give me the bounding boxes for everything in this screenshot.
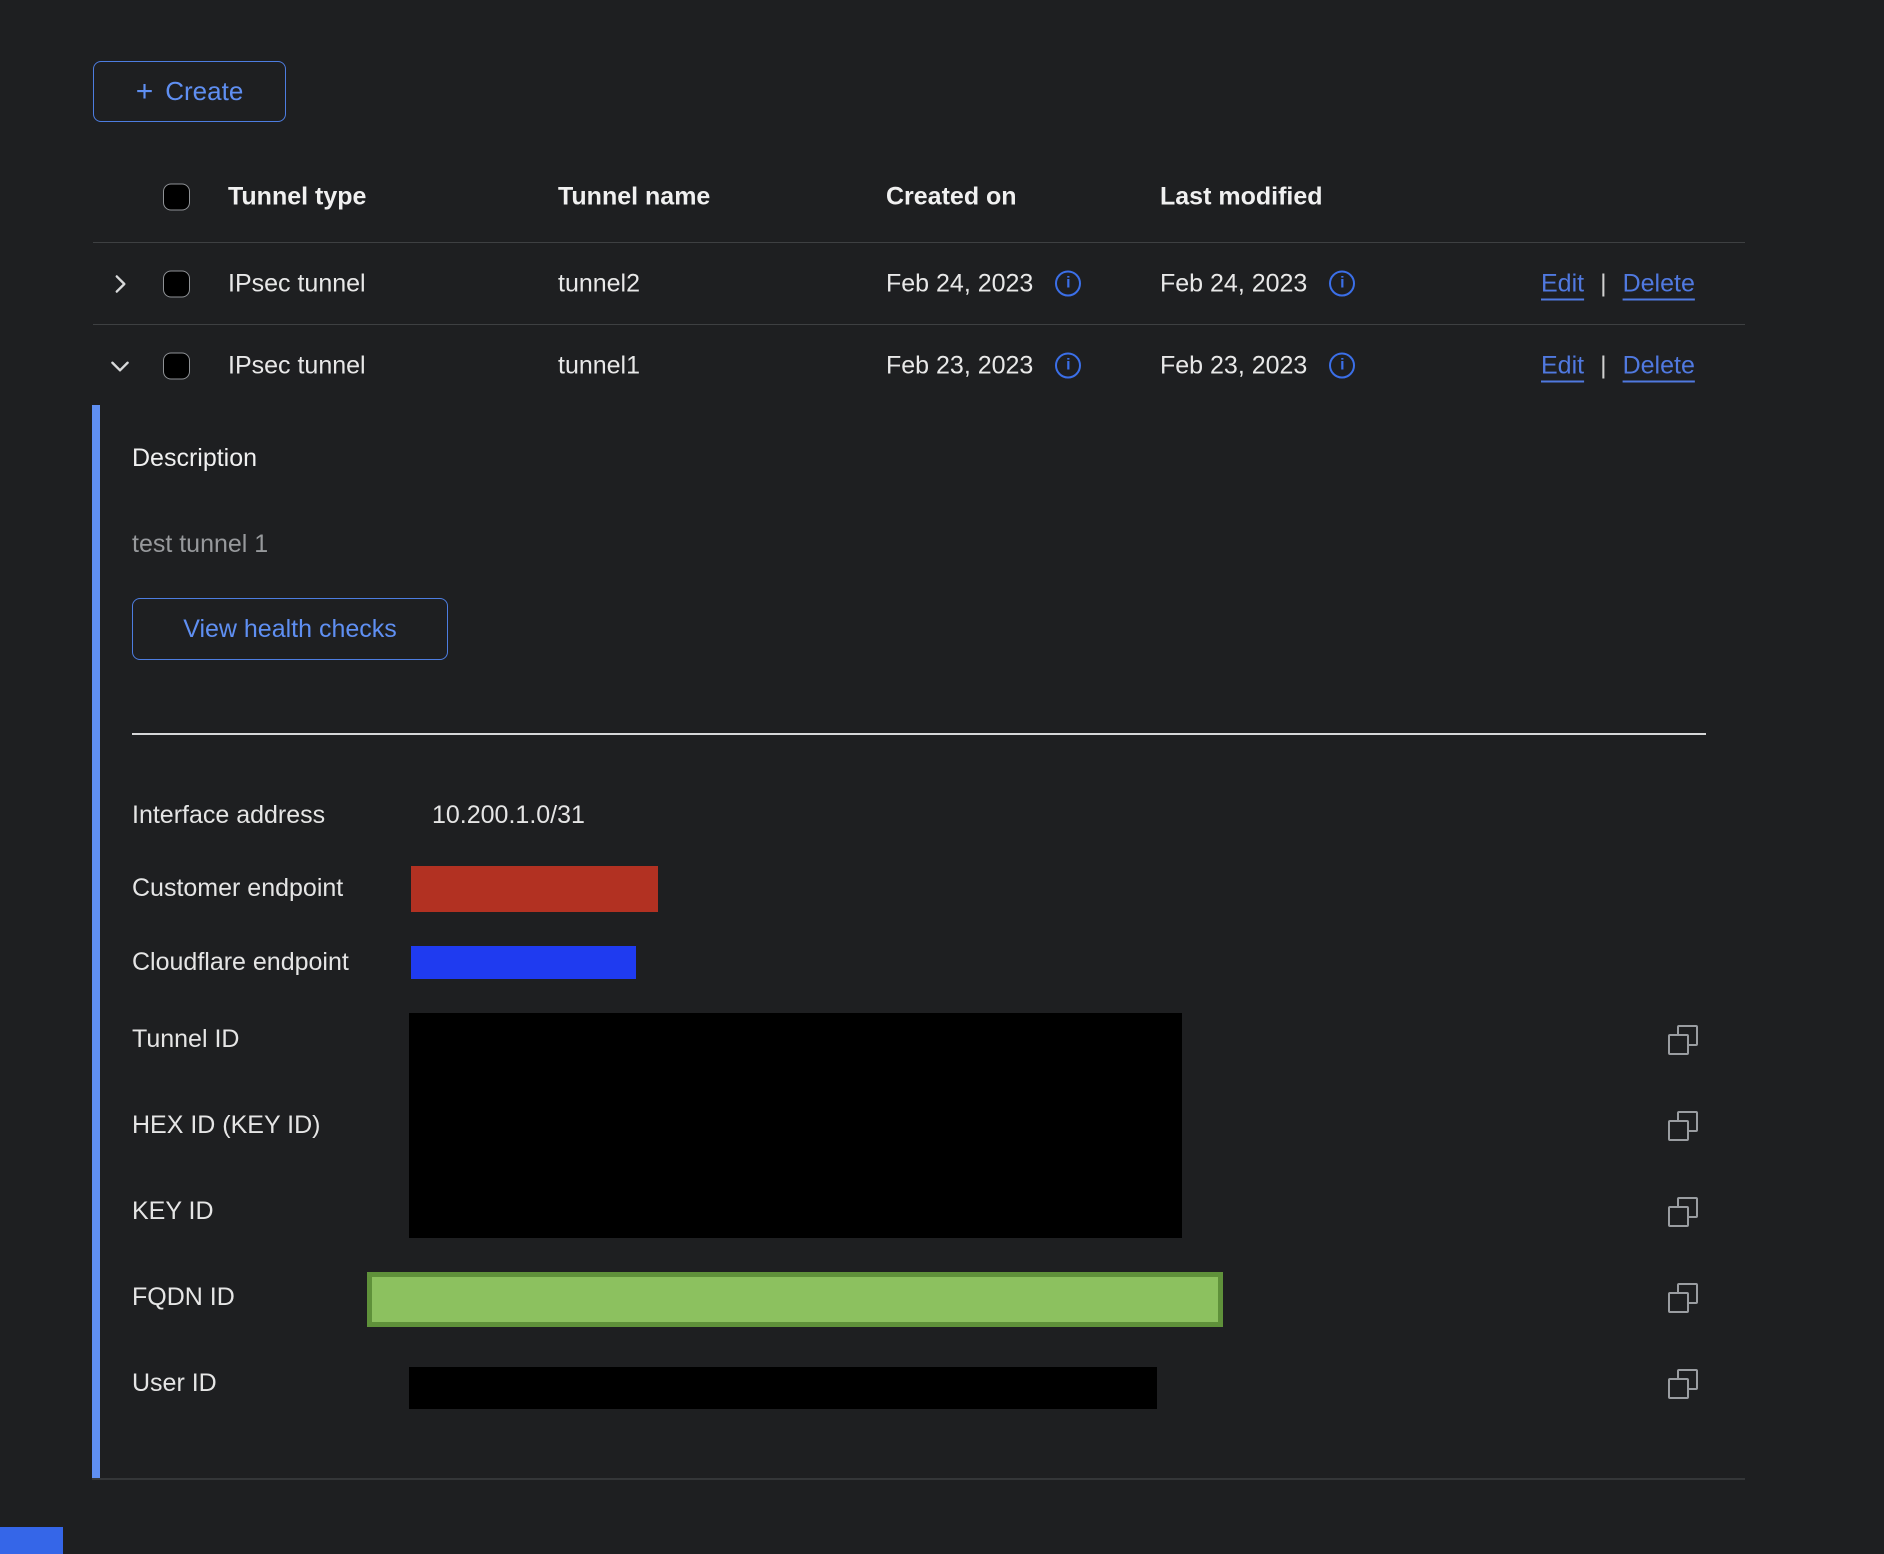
edit-link[interactable]: Edit <box>1541 269 1584 298</box>
tunnel-id-label: Tunnel ID <box>132 1025 239 1054</box>
info-icon[interactable]: i <box>1329 353 1355 379</box>
fqdn-id-label: FQDN ID <box>132 1283 235 1312</box>
action-separator: | <box>1600 269 1607 298</box>
description-value: test tunnel 1 <box>132 530 268 559</box>
last-modified-date: Feb 23, 2023 <box>1160 351 1307 380</box>
copy-icon[interactable] <box>1668 1025 1698 1055</box>
select-row-checkbox[interactable] <box>163 270 190 297</box>
hex-id-label: HEX ID (KEY ID) <box>132 1111 320 1140</box>
created-on-cell: Feb 23, 2023 i <box>886 351 1081 380</box>
user-id-redacted-value <box>409 1367 1157 1409</box>
plus-icon: + <box>136 77 154 107</box>
copy-icon[interactable] <box>1668 1369 1698 1399</box>
header-tunnel-name: Tunnel name <box>558 182 710 211</box>
last-modified-cell: Feb 23, 2023 i <box>1160 351 1355 380</box>
copy-icon[interactable] <box>1668 1283 1698 1313</box>
delete-link[interactable]: Delete <box>1623 269 1695 298</box>
bottom-left-accent-bar <box>0 1527 63 1554</box>
copy-icon[interactable] <box>1668 1197 1698 1227</box>
view-health-checks-button[interactable]: View health checks <box>132 598 448 660</box>
header-tunnel-type: Tunnel type <box>228 182 366 211</box>
tunnel-type-cell: IPsec tunnel <box>228 351 366 380</box>
view-health-checks-label: View health checks <box>183 615 397 644</box>
tunnel-name-cell: tunnel2 <box>558 269 640 298</box>
header-last-modified: Last modified <box>1160 182 1323 211</box>
ipsec-tunnels-page: + Create Tunnel type Tunnel name Created… <box>0 0 1884 1554</box>
customer-endpoint-redacted-value <box>411 866 658 912</box>
divider <box>132 733 1706 735</box>
customer-endpoint-label: Customer endpoint <box>132 874 343 903</box>
create-button-label: Create <box>165 76 243 107</box>
last-modified-cell: Feb 24, 2023 i <box>1160 269 1355 298</box>
chevron-down-icon[interactable] <box>107 353 133 379</box>
created-on-date: Feb 24, 2023 <box>886 269 1033 298</box>
user-id-label: User ID <box>132 1369 217 1398</box>
description-label: Description <box>132 444 257 473</box>
chevron-right-icon[interactable] <box>107 271 133 297</box>
divider <box>92 1478 1745 1480</box>
row-actions: Edit | Delete <box>1541 351 1695 380</box>
cloudflare-endpoint-label: Cloudflare endpoint <box>132 948 349 977</box>
table-header-row: Tunnel type Tunnel name Created on Last … <box>93 150 1745 243</box>
header-created-on: Created on <box>886 182 1017 211</box>
tunnel-name-cell: tunnel1 <box>558 351 640 380</box>
edit-link[interactable]: Edit <box>1541 351 1584 380</box>
interface-address-label: Interface address <box>132 801 325 830</box>
table-row: IPsec tunnel tunnel1 Feb 23, 2023 i Feb … <box>93 325 1745 406</box>
create-button[interactable]: + Create <box>93 61 286 122</box>
select-all-checkbox[interactable] <box>163 183 190 210</box>
delete-link[interactable]: Delete <box>1623 351 1695 380</box>
ids-redacted-value <box>409 1013 1182 1238</box>
interface-address-value: 10.200.1.0/31 <box>432 801 585 830</box>
fqdn-id-redacted-value <box>367 1272 1223 1327</box>
created-on-date: Feb 23, 2023 <box>886 351 1033 380</box>
last-modified-date: Feb 24, 2023 <box>1160 269 1307 298</box>
select-row-checkbox[interactable] <box>163 352 190 379</box>
copy-icon[interactable] <box>1668 1111 1698 1141</box>
info-icon[interactable]: i <box>1329 271 1355 297</box>
key-id-label: KEY ID <box>132 1197 214 1226</box>
action-separator: | <box>1600 351 1607 380</box>
row-actions: Edit | Delete <box>1541 269 1695 298</box>
info-icon[interactable]: i <box>1055 353 1081 379</box>
table-row: IPsec tunnel tunnel2 Feb 24, 2023 i Feb … <box>93 243 1745 324</box>
cloudflare-endpoint-redacted-value <box>411 946 636 979</box>
created-on-cell: Feb 24, 2023 i <box>886 269 1081 298</box>
tunnel-type-cell: IPsec tunnel <box>228 269 366 298</box>
info-icon[interactable]: i <box>1055 271 1081 297</box>
expanded-row-accent-bar <box>92 405 100 1479</box>
